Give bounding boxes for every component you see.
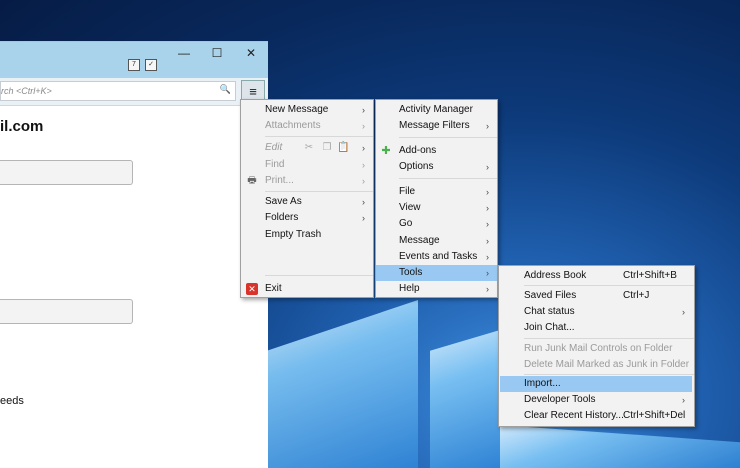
exit-icon: ✕ [246, 283, 258, 295]
desktop-light-pane [500, 425, 740, 468]
menu-item-edit[interactable]: Edit ✂ ❐ 📋 › [241, 140, 373, 156]
paste-icon[interactable]: 📋 [337, 142, 349, 154]
menu-separator [399, 137, 497, 138]
menu-item-save-as[interactable]: Save As › [241, 194, 373, 210]
menu-item-run-junk-controls[interactable]: Run Junk Mail Controls on Folder [499, 341, 694, 357]
menu-item-help[interactable]: Help › [376, 281, 497, 297]
minimize-button[interactable]: — [176, 45, 192, 61]
search-icon: 🔍 [219, 84, 231, 94]
menu-separator [524, 338, 694, 339]
menu-item-chat-status[interactable]: Chat status › [499, 304, 694, 320]
desktop-light-pane [430, 330, 500, 468]
title-bar: — ☐ ✕ 7 ✓ [0, 42, 268, 78]
menu-separator [399, 178, 497, 179]
menu-item-exit[interactable]: ✕ Exit [241, 281, 373, 297]
tools-menu: Address Book Ctrl+Shift+B Saved Files Ctrl… [498, 265, 695, 427]
menu-item-attachments[interactable]: Attachments › [241, 118, 373, 134]
menu-item-folders[interactable]: Folders › [241, 210, 373, 226]
menu-item-options[interactable]: Options › [376, 159, 497, 175]
menu-item-add-ons[interactable]: ✚ Add-ons [376, 143, 497, 159]
menu-item-print[interactable]: 🖶 Print... › [241, 173, 373, 189]
menu-item-new-message[interactable]: New Message › [241, 102, 373, 118]
menu-item-developer-tools[interactable]: Developer Tools › [499, 392, 694, 408]
calendar-icon[interactable]: 7 [128, 59, 140, 71]
menu-item-import[interactable]: Import... [500, 376, 692, 392]
app-menu: New Message › Attachments › Edit ✂ ❐ 📋 › F… [240, 99, 374, 298]
search-input[interactable]: rch <Ctrl+K> 🔍 [0, 81, 236, 101]
tasks-icon[interactable]: ✓ [145, 59, 157, 71]
menu-separator [265, 275, 373, 276]
menu-item-message[interactable]: Message › [376, 233, 497, 249]
menu-separator [524, 374, 694, 375]
printer-icon: 🖶 [247, 175, 257, 186]
menu-item-events-and-tasks[interactable]: Events and Tasks › [376, 249, 497, 265]
account-field[interactable] [0, 299, 133, 324]
maximize-button[interactable]: ☐ [209, 45, 225, 61]
feeds-label: eeds [0, 395, 24, 407]
menu-item-view[interactable]: View › [376, 200, 497, 216]
search-placeholder: rch <Ctrl+K> [1, 86, 52, 96]
menu-item-join-chat[interactable]: Join Chat... [499, 320, 694, 336]
menu-separator [524, 285, 694, 286]
menu-separator [265, 136, 373, 137]
menu-item-clear-recent-history[interactable]: Clear Recent History... Ctrl+Shift+Del [499, 408, 694, 424]
menu-item-tools[interactable]: Tools › [376, 265, 497, 281]
account-field[interactable] [0, 160, 133, 185]
menu-item-saved-files[interactable]: Saved Files Ctrl+J [499, 288, 694, 304]
close-button[interactable]: ✕ [243, 45, 259, 61]
hamburger-icon: ≡ [249, 83, 257, 99]
search-toolbar: rch <Ctrl+K> 🔍 ≡ [0, 78, 268, 106]
menu-item-message-filters[interactable]: Message Filters › [376, 118, 497, 134]
menu-item-empty-trash[interactable]: Empty Trash [241, 227, 373, 243]
menu-item-go[interactable]: Go › [376, 216, 497, 232]
cut-icon[interactable]: ✂ [303, 142, 315, 154]
menu-item-file[interactable]: File › [376, 184, 497, 200]
account-title: il.com [0, 118, 44, 135]
menu-item-activity-manager[interactable]: Activity Manager [376, 102, 497, 118]
copy-icon[interactable]: ❐ [321, 142, 333, 154]
more-menu: Activity Manager Message Filters › ✚ Add-o… [375, 99, 498, 298]
menu-item-find[interactable]: Find › [241, 157, 373, 173]
menu-item-delete-junk[interactable]: Delete Mail Marked as Junk in Folder [499, 357, 694, 373]
puzzle-piece-icon: ✚ [381, 145, 391, 157]
menu-separator [265, 191, 373, 192]
mail-window: — ☐ ✕ 7 ✓ rch <Ctrl+K> 🔍 ≡ il.com eeds [0, 41, 268, 468]
menu-item-address-book[interactable]: Address Book Ctrl+Shift+B [499, 268, 694, 284]
desktop-light-pane [268, 300, 418, 468]
